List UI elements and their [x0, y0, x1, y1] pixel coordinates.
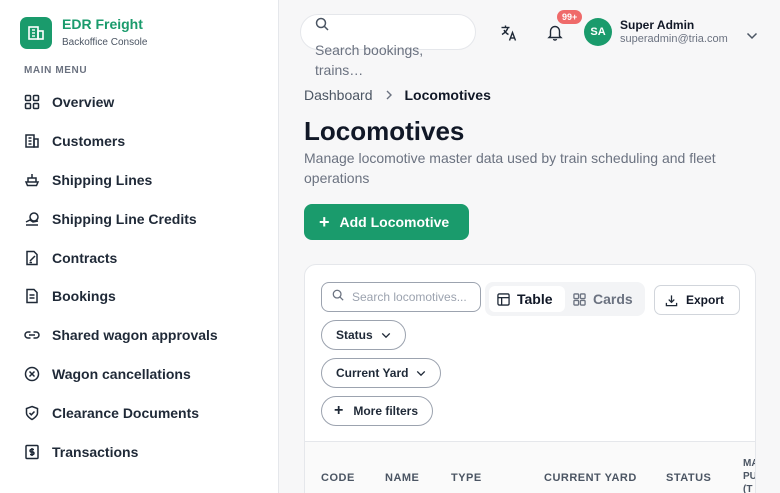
avatar[interactable]: SA: [584, 18, 612, 46]
contract-icon: [24, 250, 40, 266]
user-name[interactable]: Super Admin: [620, 18, 694, 32]
sidebar-item-label: Shared wagon approvals: [52, 327, 218, 344]
brand[interactable]: EDR Freight Backoffice Console: [20, 16, 147, 49]
add-locomotive-button[interactable]: + Add Locomotive: [304, 204, 469, 240]
sidebar-item-label: Bookings: [52, 288, 116, 305]
chevron-down-icon[interactable]: [746, 27, 758, 45]
building-icon: [24, 133, 40, 149]
main-menu-label: MAIN MENU: [24, 65, 88, 76]
sidebar: EDR Freight Backoffice Console MAIN MENU…: [0, 0, 279, 493]
column-header-name[interactable]: NAME: [385, 472, 419, 484]
view-table-button[interactable]: Table: [489, 286, 565, 312]
download-icon: [665, 294, 678, 306]
locomotives-table-card: Search locomotives... Table Cards Export…: [304, 264, 756, 493]
table-search-input[interactable]: Search locomotives...: [321, 282, 481, 312]
add-locomotive-label: Add Locomotive: [339, 214, 450, 230]
table-search-placeholder: Search locomotives...: [352, 290, 467, 304]
export-button[interactable]: Export: [654, 285, 740, 315]
view-cards-label: Cards: [593, 291, 633, 307]
grid-icon: [573, 292, 586, 306]
sidebar-item-transactions[interactable]: Transactions: [0, 432, 279, 471]
current-yard-filter-label: Current Yard: [336, 366, 409, 380]
sidebar-item-shipping-lines[interactable]: Shipping Lines: [0, 161, 279, 200]
status-filter-label: Status: [336, 328, 373, 342]
view-table-label: Table: [517, 291, 553, 307]
chevron-down-icon: [381, 332, 390, 338]
search-icon: [332, 288, 344, 306]
sidebar-item-label: Contracts: [52, 249, 118, 266]
table-header-row: CODE NAME TYPE CURRENT YARD STATUS MA PU…: [305, 441, 755, 493]
column-header-current-yard[interactable]: CURRENT YARD: [544, 472, 637, 484]
current-yard-filter-button[interactable]: Current Yard: [321, 358, 442, 388]
brand-name: EDR Freight: [62, 16, 143, 32]
more-filters-label: More filters: [353, 404, 419, 418]
page-description: Manage locomotive master data used by tr…: [304, 150, 716, 186]
breadcrumb-current: Locomotives: [404, 87, 491, 103]
breadcrumb: Dashboard Locomotives: [304, 87, 491, 103]
plus-icon: +: [319, 212, 330, 232]
sidebar-item-clearance-documents[interactable]: Clearance Documents: [0, 393, 279, 432]
column-header-type[interactable]: TYPE: [451, 472, 482, 484]
table-icon: [497, 292, 510, 306]
sidebar-item-label: Shipping Line Credits: [52, 210, 197, 227]
x-circle-icon: [24, 366, 40, 382]
sidebar-nav: Overview Customers Shipping Lines Shippi…: [0, 83, 279, 471]
sidebar-item-label: Overview: [52, 94, 115, 111]
sidebar-item-bookings[interactable]: Bookings: [0, 277, 279, 316]
sidebar-item-label: Customers: [52, 133, 126, 150]
sidebar-item-shared-wagon-approvals[interactable]: Shared wagon approvals: [0, 316, 279, 355]
coins-icon: [24, 211, 40, 227]
column-header-status[interactable]: STATUS: [666, 472, 711, 484]
breadcrumb-dashboard-link[interactable]: Dashboard: [304, 87, 373, 103]
search-icon: [315, 17, 329, 36]
sidebar-item-overview[interactable]: Overview: [0, 83, 279, 122]
sidebar-item-label: Clearance Documents: [52, 404, 200, 421]
more-filters-button[interactable]: + More filters: [321, 396, 434, 426]
export-label: Export: [686, 293, 725, 307]
plus-icon: +: [334, 402, 344, 419]
column-header-code[interactable]: CODE: [321, 472, 355, 484]
link-icon: [24, 327, 40, 343]
user-email: superadmin@tria.com: [620, 33, 728, 45]
global-search-input[interactable]: Search bookings, trains…: [300, 14, 476, 78]
bell-icon[interactable]: [546, 23, 564, 46]
ship-icon: [24, 172, 40, 188]
view-toggle: Table Cards: [485, 282, 645, 316]
sidebar-item-contracts[interactable]: Contracts: [0, 238, 279, 277]
shield-icon: [24, 405, 40, 421]
sidebar-item-customers[interactable]: Customers: [0, 122, 279, 161]
building-logo-icon: [20, 16, 52, 49]
status-filter-button[interactable]: Status: [321, 320, 406, 350]
search-placeholder: Search bookings, trains…: [315, 42, 424, 78]
brand-subtitle: Backoffice Console: [62, 37, 148, 48]
sidebar-item-shipping-line-credits[interactable]: Shipping Line Credits: [0, 199, 279, 238]
notification-badge: 99+: [557, 10, 583, 24]
translate-icon[interactable]: [500, 24, 518, 47]
dollar-icon: [24, 444, 40, 460]
sidebar-item-label: Wagon cancellations: [52, 365, 191, 382]
document-icon: [24, 288, 40, 304]
page-title: Locomotives: [304, 116, 465, 146]
sidebar-item-label: Transactions: [52, 443, 139, 460]
sidebar-item-label: Shipping Lines: [52, 171, 153, 188]
column-header-truncated[interactable]: MA PU (T: [743, 457, 755, 493]
grid-icon: [24, 94, 40, 110]
sidebar-item-wagon-cancellations[interactable]: Wagon cancellations: [0, 355, 279, 394]
chevron-right-icon: [385, 90, 393, 100]
chevron-down-icon: [417, 370, 426, 376]
view-cards-button[interactable]: Cards: [571, 286, 641, 312]
